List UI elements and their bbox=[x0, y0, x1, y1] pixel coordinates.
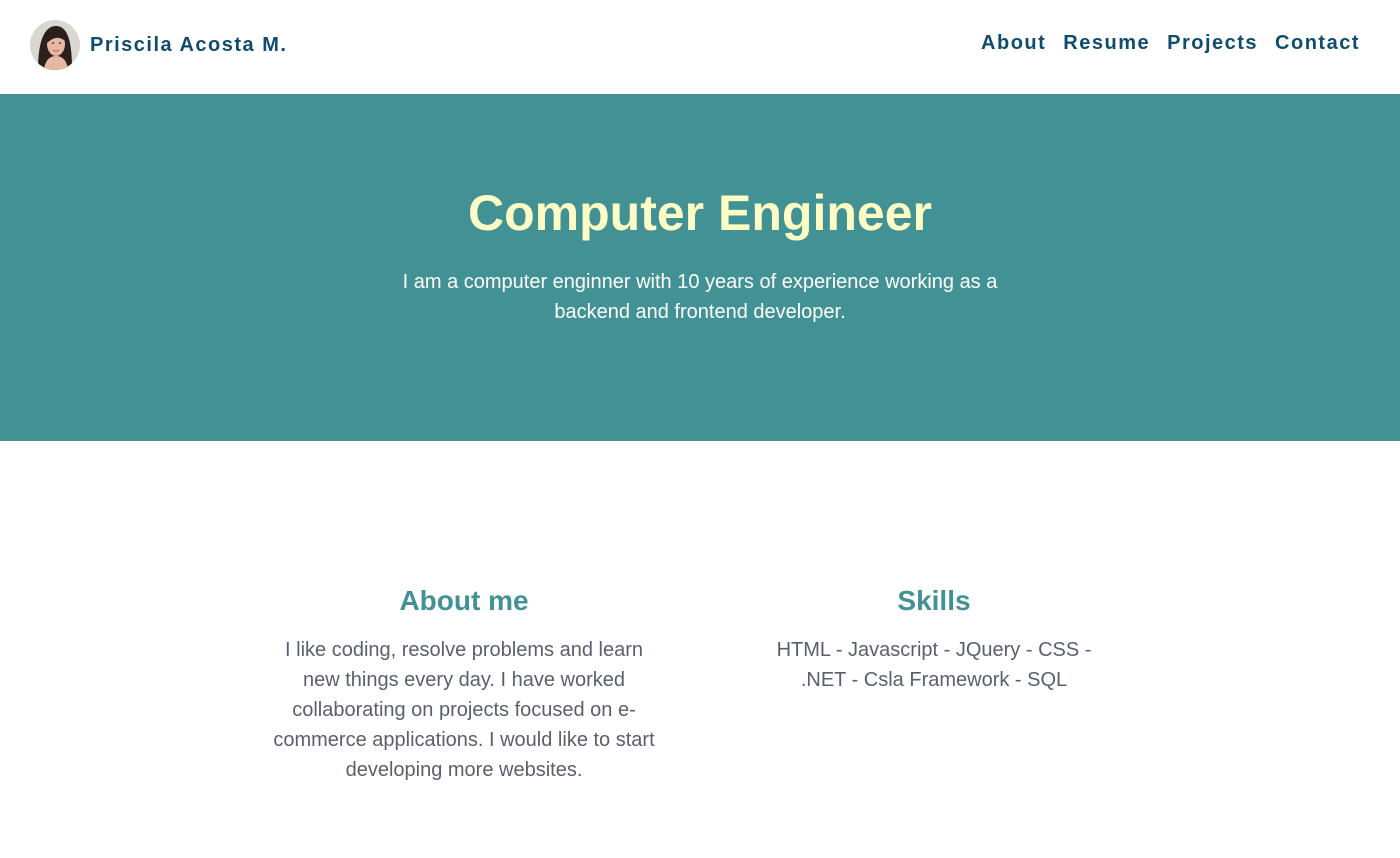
hero-title: Computer Engineer bbox=[468, 185, 932, 241]
nav-link-resume[interactable]: Resume bbox=[1063, 32, 1150, 55]
main-nav: About Resume Projects Contact bbox=[981, 32, 1360, 55]
skills-title: Skills bbox=[897, 585, 971, 616]
nav-link-projects[interactable]: Projects bbox=[1167, 32, 1258, 55]
nav-link-contact[interactable]: Contact bbox=[1275, 32, 1360, 55]
profile-photo-image bbox=[30, 20, 80, 70]
nav-link-about[interactable]: About bbox=[981, 32, 1046, 55]
skills-section: Skills HTML - Javascript - JQuery - CSS … bbox=[734, 583, 1134, 695]
hero-section: Computer Engineer I am a computer enginn… bbox=[0, 94, 1400, 441]
about-title: About me bbox=[399, 585, 529, 616]
brand-link[interactable]: Priscila Acosta M. bbox=[30, 20, 287, 70]
about-section: About me I like coding, resolve problems… bbox=[264, 583, 664, 785]
avatar bbox=[30, 20, 80, 70]
brand-name: Priscila Acosta M. bbox=[90, 33, 288, 56]
navbar: Priscila Acosta M. About Resume Projects… bbox=[0, 0, 1400, 94]
about-text: I like coding, resolve problems and lear… bbox=[273, 639, 655, 781]
hero-description: I am a computer enginner with 10 years o… bbox=[402, 271, 998, 323]
skills-text: HTML - Javascript - JQuery - CSS - .NET … bbox=[776, 639, 1092, 691]
